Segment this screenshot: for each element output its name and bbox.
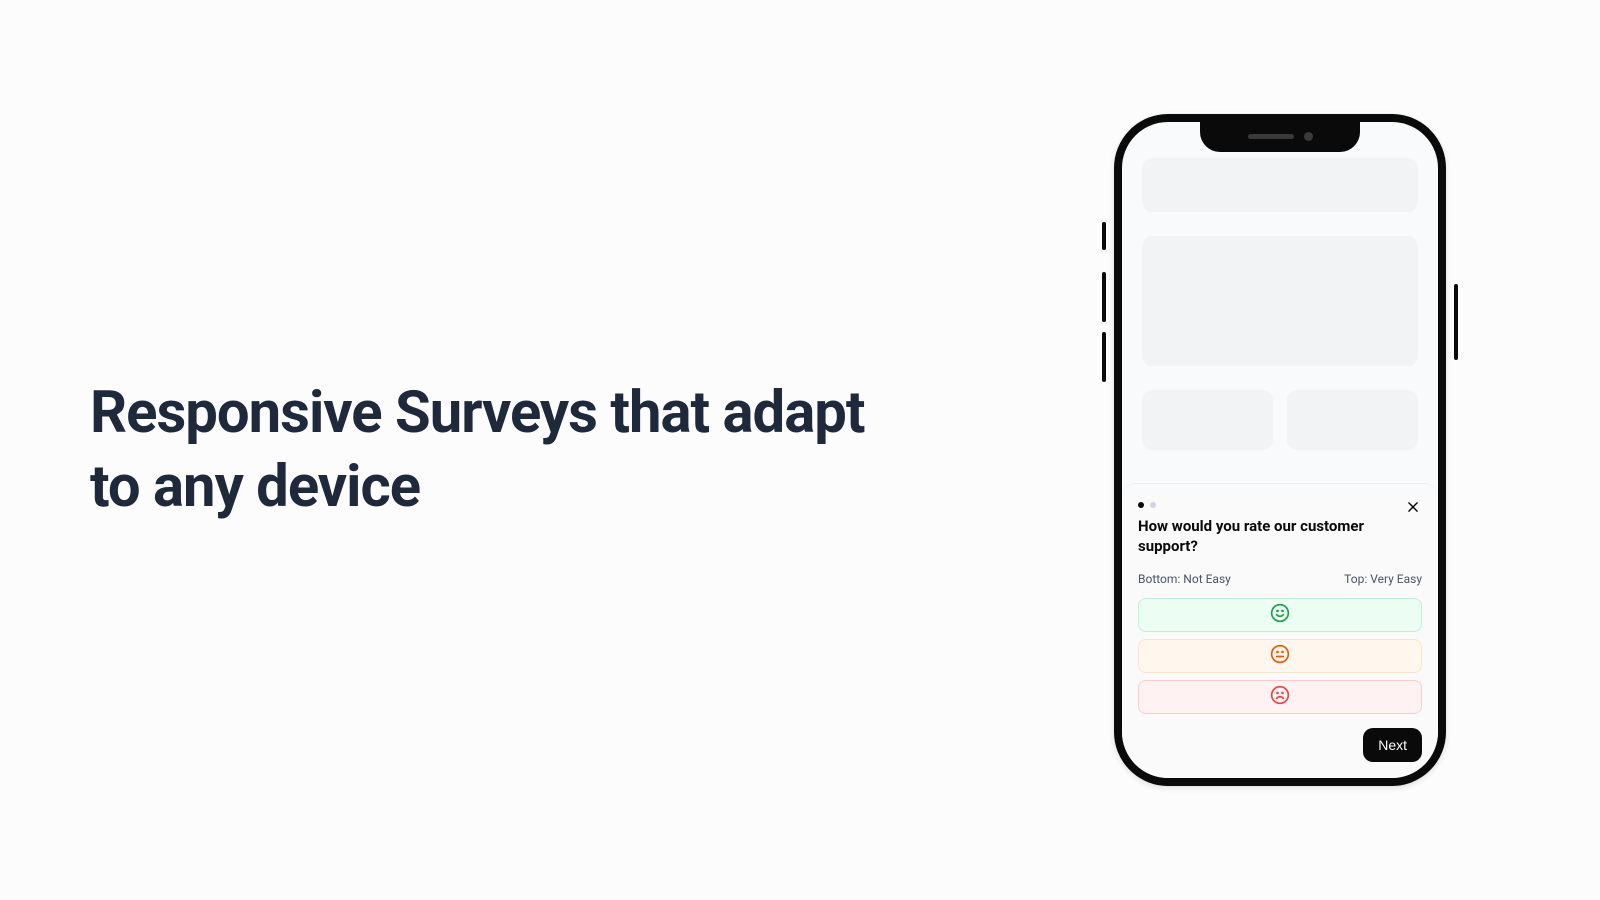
progress-dot-active xyxy=(1138,502,1144,508)
page-root: Responsive Surveys that adapt to any dev… xyxy=(0,0,1600,900)
survey-question-text: How would you rate our customer support? xyxy=(1138,516,1422,557)
placeholder-block xyxy=(1287,390,1418,450)
placeholder-row xyxy=(1142,390,1418,450)
rating-option-neutral[interactable] xyxy=(1138,639,1422,673)
scale-top-label: Top: Very Easy xyxy=(1344,572,1422,586)
next-button[interactable]: Next xyxy=(1363,728,1422,762)
headline-region: Responsive Surveys that adapt to any dev… xyxy=(0,376,960,524)
scale-labels: Bottom: Not Easy Top: Very Easy xyxy=(1138,572,1422,586)
happy-face-icon xyxy=(1270,603,1290,627)
card-actions: Next xyxy=(1138,728,1422,762)
survey-card: How would you rate our customer support?… xyxy=(1122,483,1438,779)
phone-side-button xyxy=(1102,332,1106,382)
rating-option-sad[interactable] xyxy=(1138,680,1422,714)
scale-bottom-label: Bottom: Not Easy xyxy=(1138,572,1231,586)
placeholder-block xyxy=(1142,236,1418,366)
rating-option-happy[interactable] xyxy=(1138,598,1422,632)
progress-dot xyxy=(1150,502,1156,508)
app-content-placeholder xyxy=(1122,122,1438,483)
phone-side-button xyxy=(1102,272,1106,322)
placeholder-block xyxy=(1142,158,1418,212)
rating-options xyxy=(1138,598,1422,714)
placeholder-block xyxy=(1142,390,1273,450)
device-region: How would you rate our customer support?… xyxy=(960,114,1600,786)
phone-side-button xyxy=(1102,222,1106,250)
sad-face-icon xyxy=(1270,685,1290,709)
neutral-face-icon xyxy=(1270,644,1290,668)
page-headline: Responsive Surveys that adapt to any dev… xyxy=(90,376,920,524)
close-icon xyxy=(1406,499,1420,518)
phone-side-button xyxy=(1454,284,1458,360)
phone-frame: How would you rate our customer support?… xyxy=(1114,114,1446,786)
close-button[interactable] xyxy=(1404,500,1422,518)
progress-dots xyxy=(1138,502,1422,508)
phone-screen: How would you rate our customer support?… xyxy=(1122,122,1438,778)
